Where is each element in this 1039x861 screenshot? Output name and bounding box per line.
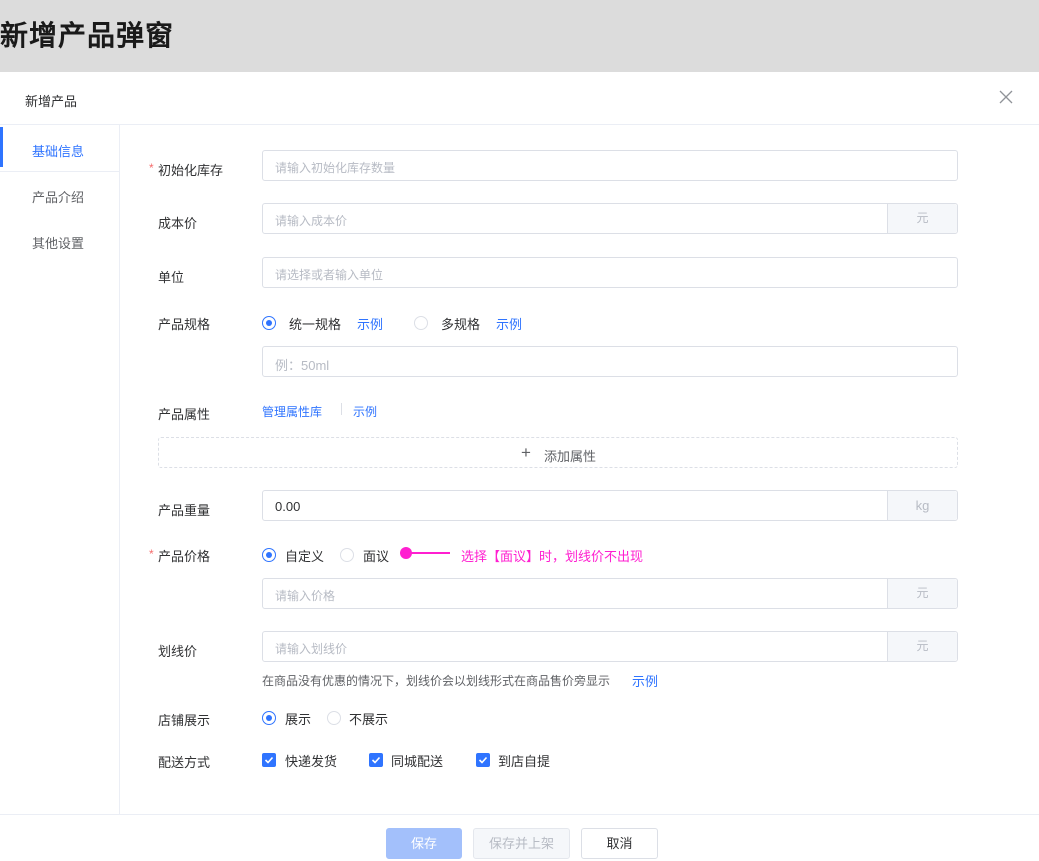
unit-select-input[interactable]: 请选择或者输入单位: [262, 257, 958, 288]
weight-input[interactable]: 0.00 kg: [262, 490, 958, 521]
attributes-label: 产品属性: [158, 407, 211, 422]
product-form: * 初始化库存 请输入初始化库存数量 成本价 请输入成本价 元 单位 请选择或者…: [0, 72, 1039, 861]
dialog-footer: 保存 保存并上架 取消: [0, 814, 1039, 861]
price-label: 产品价格: [158, 549, 211, 564]
plus-icon: +: [521, 443, 531, 462]
strike-price-label: 划线价: [158, 644, 198, 659]
annotation-line: [410, 552, 450, 554]
page-title: 新增产品弹窗: [0, 20, 175, 51]
spec-multi-radio[interactable]: [414, 316, 428, 330]
spec-multi-label[interactable]: 多规格: [441, 314, 480, 333]
add-attribute-button[interactable]: + 添加属性: [158, 437, 958, 468]
check-icon: [264, 756, 274, 764]
price-custom-radio[interactable]: [262, 548, 276, 562]
placeholder: 请输入划线价: [275, 642, 348, 656]
unit-suffix: 元: [887, 632, 957, 661]
link-divider: [341, 403, 342, 415]
delivery-local-label[interactable]: 同城配送: [391, 751, 443, 770]
annotation-text: 选择【面议】时，划线价不出现: [461, 549, 644, 564]
delivery-local-checkbox[interactable]: [369, 753, 383, 767]
store-display-label: 店铺展示: [158, 713, 211, 728]
display-hide-label[interactable]: 不展示: [349, 709, 388, 728]
add-attribute-label: 添加属性: [544, 449, 597, 464]
placeholder: 请输入初始化库存数量: [275, 161, 396, 175]
weight-value: 0.00: [275, 499, 301, 514]
cancel-button[interactable]: 取消: [581, 828, 658, 859]
placeholder: 例：50ml: [275, 358, 330, 373]
delivery-pickup-checkbox[interactable]: [476, 753, 490, 767]
required-mark: *: [149, 161, 154, 175]
display-show-radio[interactable]: [262, 711, 276, 725]
strike-price-hint: 在商品没有优惠的情况下，划线价会以划线形式在商品售价旁显示: [262, 674, 611, 688]
initial-stock-input[interactable]: 请输入初始化库存数量: [262, 150, 958, 181]
initial-stock-label: 初始化库存: [158, 163, 224, 178]
price-negotiable-radio[interactable]: [340, 548, 354, 562]
price-negotiable-label[interactable]: 面议: [363, 546, 389, 565]
cost-price-label: 成本价: [158, 216, 198, 231]
price-custom-label[interactable]: 自定义: [285, 546, 324, 565]
add-product-dialog: 新增产品 基础信息 产品介绍 其他设置 * 初始化库存 请输入初始化库存数量 成…: [0, 72, 1039, 861]
save-and-publish-button[interactable]: 保存并上架: [473, 828, 570, 859]
strike-price-example-link[interactable]: 示例: [632, 671, 658, 690]
price-input[interactable]: 请输入价格 元: [262, 578, 958, 609]
spec-label: 产品规格: [158, 317, 211, 332]
spec-unified-label[interactable]: 统一规格: [289, 314, 341, 333]
check-icon: [371, 756, 381, 764]
spec-unified-example-link[interactable]: 示例: [357, 314, 383, 333]
placeholder: 请输入成本价: [275, 214, 348, 228]
spec-multi-example-link[interactable]: 示例: [496, 314, 522, 333]
manage-attributes-link[interactable]: 管理属性库: [262, 403, 322, 420]
attributes-example-link[interactable]: 示例: [353, 403, 377, 420]
required-mark: *: [149, 547, 154, 561]
unit-suffix: 元: [887, 579, 957, 608]
placeholder: 请选择或者输入单位: [275, 268, 384, 282]
spec-unified-radio[interactable]: [262, 316, 276, 330]
check-icon: [478, 756, 488, 764]
save-button[interactable]: 保存: [386, 828, 462, 859]
placeholder: 请输入价格: [275, 589, 336, 603]
spec-value-input[interactable]: 例：50ml: [262, 346, 958, 377]
weight-label: 产品重量: [158, 503, 211, 518]
cost-price-input[interactable]: 请输入成本价 元: [262, 203, 958, 234]
delivery-express-label[interactable]: 快递发货: [285, 751, 337, 770]
unit-suffix: 元: [887, 204, 957, 233]
display-hide-radio[interactable]: [327, 711, 341, 725]
page-banner: 新增产品弹窗: [0, 0, 1039, 72]
delivery-pickup-label[interactable]: 到店自提: [498, 751, 550, 770]
delivery-label: 配送方式: [158, 755, 211, 770]
unit-suffix: kg: [887, 491, 957, 520]
display-show-label[interactable]: 展示: [285, 709, 311, 728]
delivery-express-checkbox[interactable]: [262, 753, 276, 767]
strike-price-input[interactable]: 请输入划线价 元: [262, 631, 958, 662]
unit-label: 单位: [158, 270, 185, 285]
